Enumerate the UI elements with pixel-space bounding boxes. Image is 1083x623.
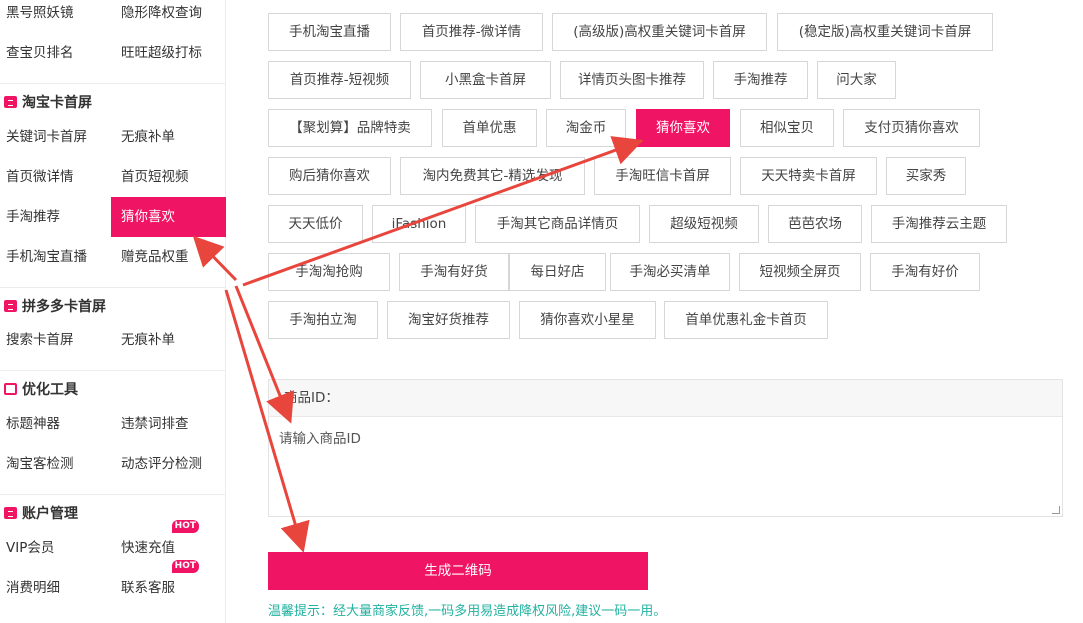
sidebar-item-mobile-recommend[interactable]: 手淘推荐 [0, 197, 111, 237]
tag-option[interactable]: 问大家 [817, 61, 896, 99]
sidebar-item-quick-recharge[interactable]: 快速充值 HOT [111, 520, 226, 568]
tag-option[interactable]: 首单优惠 [442, 109, 537, 147]
sidebar-item-spending-details[interactable]: 消费明细 [0, 568, 111, 608]
product-id-box: 商品ID： [268, 379, 1063, 517]
sidebar-item-home-short-video[interactable]: 首页短视频 [111, 157, 226, 197]
sidebar-item-item-ranking[interactable]: 查宝贝排名 [0, 33, 111, 73]
sidebar-item-hidden-demotion-query[interactable]: 隐形降权查询 [111, 0, 226, 33]
nav-label: 快速充值 [121, 540, 175, 556]
tag-option[interactable]: 手淘旺信卡首屏 [594, 157, 731, 195]
sidebar-item-vip[interactable]: VIP会员 [0, 528, 111, 568]
sidebar-item-mobile-live[interactable]: 手机淘宝直播 [0, 237, 111, 277]
tag-option[interactable]: 手淘有好价 [870, 253, 980, 291]
tag-option[interactable]: 首单优惠礼金卡首页 [664, 301, 828, 339]
tag-option[interactable]: 相似宝贝 [740, 109, 834, 147]
tag-option[interactable]: 手淘其它商品详情页 [475, 205, 640, 243]
sidebar-item-home-micro-detail[interactable]: 首页微详情 [0, 157, 111, 197]
tag-option[interactable]: 手淘推荐 [713, 61, 808, 99]
tag-option[interactable]: 手淘淘抢购 [268, 253, 390, 291]
tag-option[interactable]: 超级短视频 [649, 205, 759, 243]
section-title: 优化工具 [22, 382, 78, 398]
resize-handle[interactable] [1052, 506, 1060, 514]
app-window: 黑号照妖镜 隐形降权查询 查宝贝排名 旺旺超级打标 淘宝卡首屏 关键词卡首屏 无… [0, 0, 1083, 623]
sidebar-item-taobaoke-check[interactable]: 淘宝客检测 [0, 444, 111, 484]
tag-option[interactable]: 小黑盒卡首屏 [420, 61, 551, 99]
sidebar-item-contact-support[interactable]: 联系客服 HOT [111, 560, 226, 608]
card-icon [4, 300, 17, 312]
tag-option[interactable]: 详情页头图卡推荐 [560, 61, 704, 99]
tag-option[interactable]: 买家秀 [886, 157, 966, 195]
section-title: 淘宝卡首屏 [22, 95, 92, 111]
nav-label-wrap: 快速充值 HOT [121, 520, 199, 568]
nav-label-wrap: 联系客服 HOT [121, 560, 199, 608]
sidebar-item-competitor-weight[interactable]: 赠竞品权重 [111, 237, 226, 277]
tag-option[interactable]: 首页推荐-短视频 [268, 61, 411, 99]
tag-option[interactable]: 淘宝好货推荐 [387, 301, 510, 339]
sidebar-item-wangwang-tag[interactable]: 旺旺超级打标 [111, 33, 226, 73]
tag-option[interactable]: 芭芭农场 [768, 205, 862, 243]
sidebar-item-search-first-screen[interactable]: 搜索卡首屏 [0, 320, 111, 360]
product-id-label: 商品ID： [269, 380, 1062, 417]
tag-option[interactable]: (高级版)高权重关键词卡首屏 [552, 13, 767, 51]
hot-badge: HOT [171, 560, 199, 573]
card-icon [4, 96, 17, 108]
sidebar-item-title-tool[interactable]: 标题神器 [0, 404, 111, 444]
tag-option[interactable]: 支付页猜你喜欢 [843, 109, 980, 147]
tag-option[interactable]: 淘内免费其它-精选发现 [400, 157, 585, 195]
tag-option[interactable]: 每日好店 [509, 253, 606, 291]
tag-option[interactable]: 【聚划算】品牌特卖 [268, 109, 432, 147]
search-doc-icon [4, 383, 17, 395]
sidebar-item-traceless-order[interactable]: 无痕补单 [111, 117, 226, 157]
bar-chart-icon [4, 507, 17, 519]
sidebar-item-banned-words-check[interactable]: 违禁词排查 [111, 404, 226, 444]
tag-option-selected[interactable]: 猜你喜欢 [636, 109, 730, 147]
sidebar-item-pdd-traceless-order[interactable]: 无痕补单 [111, 320, 226, 360]
tag-option[interactable]: 天天低价 [268, 205, 363, 243]
tag-option[interactable]: 短视频全屏页 [739, 253, 861, 291]
tag-option[interactable]: 天天特卖卡首屏 [740, 157, 877, 195]
tip-text: 温馨提示：经大量商家反馈,一码多用易造成降权风险,建议一码一用。 [268, 604, 667, 619]
tag-option[interactable]: iFashion [372, 205, 466, 243]
tag-option[interactable]: 手机淘宝直播 [268, 13, 391, 51]
sidebar-item-guess-you-like[interactable]: 猜你喜欢 [111, 197, 226, 237]
main-panel: 手机淘宝直播 首页推荐-微详情 (高级版)高权重关键词卡首屏 (稳定版)高权重关… [226, 0, 1083, 623]
tag-option[interactable]: 手淘推荐云主题 [871, 205, 1007, 243]
sidebar: 黑号照妖镜 隐形降权查询 查宝贝排名 旺旺超级打标 淘宝卡首屏 关键词卡首屏 无… [0, 0, 226, 623]
tag-option[interactable]: (稳定版)高权重关键词卡首屏 [777, 13, 993, 51]
tag-option[interactable]: 手淘有好货 [399, 253, 509, 291]
tag-option[interactable]: 猜你喜欢小星星 [519, 301, 656, 339]
section-title: 拼多多卡首屏 [22, 299, 106, 315]
section-title: 账户管理 [22, 506, 78, 522]
nav-label: 联系客服 [121, 580, 175, 596]
tag-option[interactable]: 购后猜你喜欢 [268, 157, 391, 195]
sidebar-item-keyword-first-screen[interactable]: 关键词卡首屏 [0, 117, 111, 157]
sidebar-item-dynamic-rating-check[interactable]: 动态评分检测 [111, 444, 226, 484]
hot-badge: HOT [171, 520, 199, 533]
tag-option[interactable]: 淘金币 [546, 109, 626, 147]
product-id-input[interactable] [269, 417, 1062, 516]
sidebar-item-black-account-check[interactable]: 黑号照妖镜 [0, 0, 111, 33]
generate-qrcode-button[interactable]: 生成二维码 [268, 552, 648, 590]
tag-option[interactable]: 首页推荐-微详情 [400, 13, 543, 51]
tag-option[interactable]: 手淘拍立淘 [268, 301, 378, 339]
tag-option[interactable]: 手淘必买清单 [610, 253, 730, 291]
